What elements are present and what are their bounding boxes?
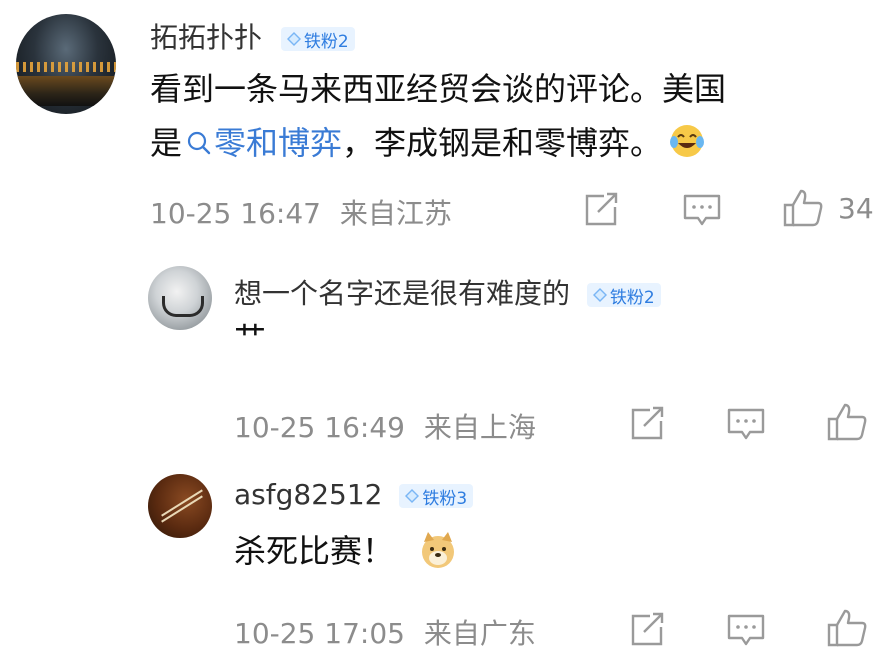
reply-meta: 10-25 17:05 来自广东 (234, 612, 536, 652)
like-icon[interactable] (782, 188, 824, 228)
avatar[interactable] (16, 14, 116, 114)
doge-emoji (422, 532, 455, 568)
share-icon[interactable] (582, 192, 620, 228)
comment-text: 看到一条马来西亚经贸会谈的评论。美国 是零和博弈，李成钢是和零博弈。 (150, 62, 870, 170)
fan-badge-label: 铁粉2 (609, 287, 655, 308)
location: 来自上海 (423, 411, 536, 444)
timestamp: 10-25 17:05 (234, 617, 405, 650)
fan-badge-label: 铁粉3 (422, 488, 468, 509)
comment-line: 是零和博弈，李成钢是和零博弈。 (150, 116, 870, 170)
diamond-icon (286, 32, 301, 46)
share-icon[interactable] (628, 406, 666, 442)
comment-line: 看到一条马来西亚经贸会谈的评论。美国 (150, 70, 727, 108)
diamond-icon (592, 288, 607, 302)
fan-badge: 铁粉2 (586, 283, 661, 308)
comment-icon[interactable] (682, 192, 722, 228)
timestamp: 10-25 16:47 (150, 197, 321, 230)
username-row: 拓拓扑扑 铁粉2 (150, 16, 355, 56)
topic-link-label[interactable]: 零和博弈 (214, 124, 342, 162)
fan-badge-label: 铁粉2 (303, 31, 349, 52)
location: 来自江苏 (339, 197, 452, 230)
comment-icon[interactable] (726, 406, 766, 442)
like-count: 34 (838, 192, 874, 225)
username-row: 想一个名字还是很有难度的 铁粉2 (234, 272, 661, 312)
fan-badge: 铁粉2 (280, 27, 355, 52)
username[interactable]: 拓拓扑扑 (150, 21, 262, 54)
reply-text: 杀死比赛！ (234, 532, 395, 570)
diamond-icon (405, 489, 420, 503)
reply-text: 艹 (234, 319, 267, 340)
laughing-tears-emoji (670, 125, 705, 157)
username[interactable]: asfg82512 (234, 478, 382, 511)
username[interactable]: 想一个名字还是很有难度的 (234, 277, 570, 310)
location: 来自广东 (423, 617, 536, 650)
topic-link[interactable]: 零和博弈 (182, 124, 342, 162)
comment-text-segment: ，李成钢是和零博弈。 (342, 124, 663, 162)
avatar[interactable] (148, 266, 212, 330)
like-icon[interactable] (826, 402, 868, 442)
fan-badge: 铁粉3 (399, 484, 474, 509)
comment-text-segment: 是 (150, 124, 183, 162)
username-row: asfg82512 铁粉3 (234, 478, 474, 511)
reply-text-row: 杀死比赛！ (234, 524, 458, 578)
avatar[interactable] (148, 474, 212, 538)
comment-meta: 10-25 16:47 来自江苏 (150, 192, 452, 232)
like-icon[interactable] (826, 608, 868, 648)
share-icon[interactable] (628, 612, 666, 648)
search-icon (187, 131, 211, 155)
reply-meta: 10-25 16:49 来自上海 (234, 406, 536, 446)
comment-icon[interactable] (726, 612, 766, 648)
timestamp: 10-25 16:49 (234, 411, 405, 444)
